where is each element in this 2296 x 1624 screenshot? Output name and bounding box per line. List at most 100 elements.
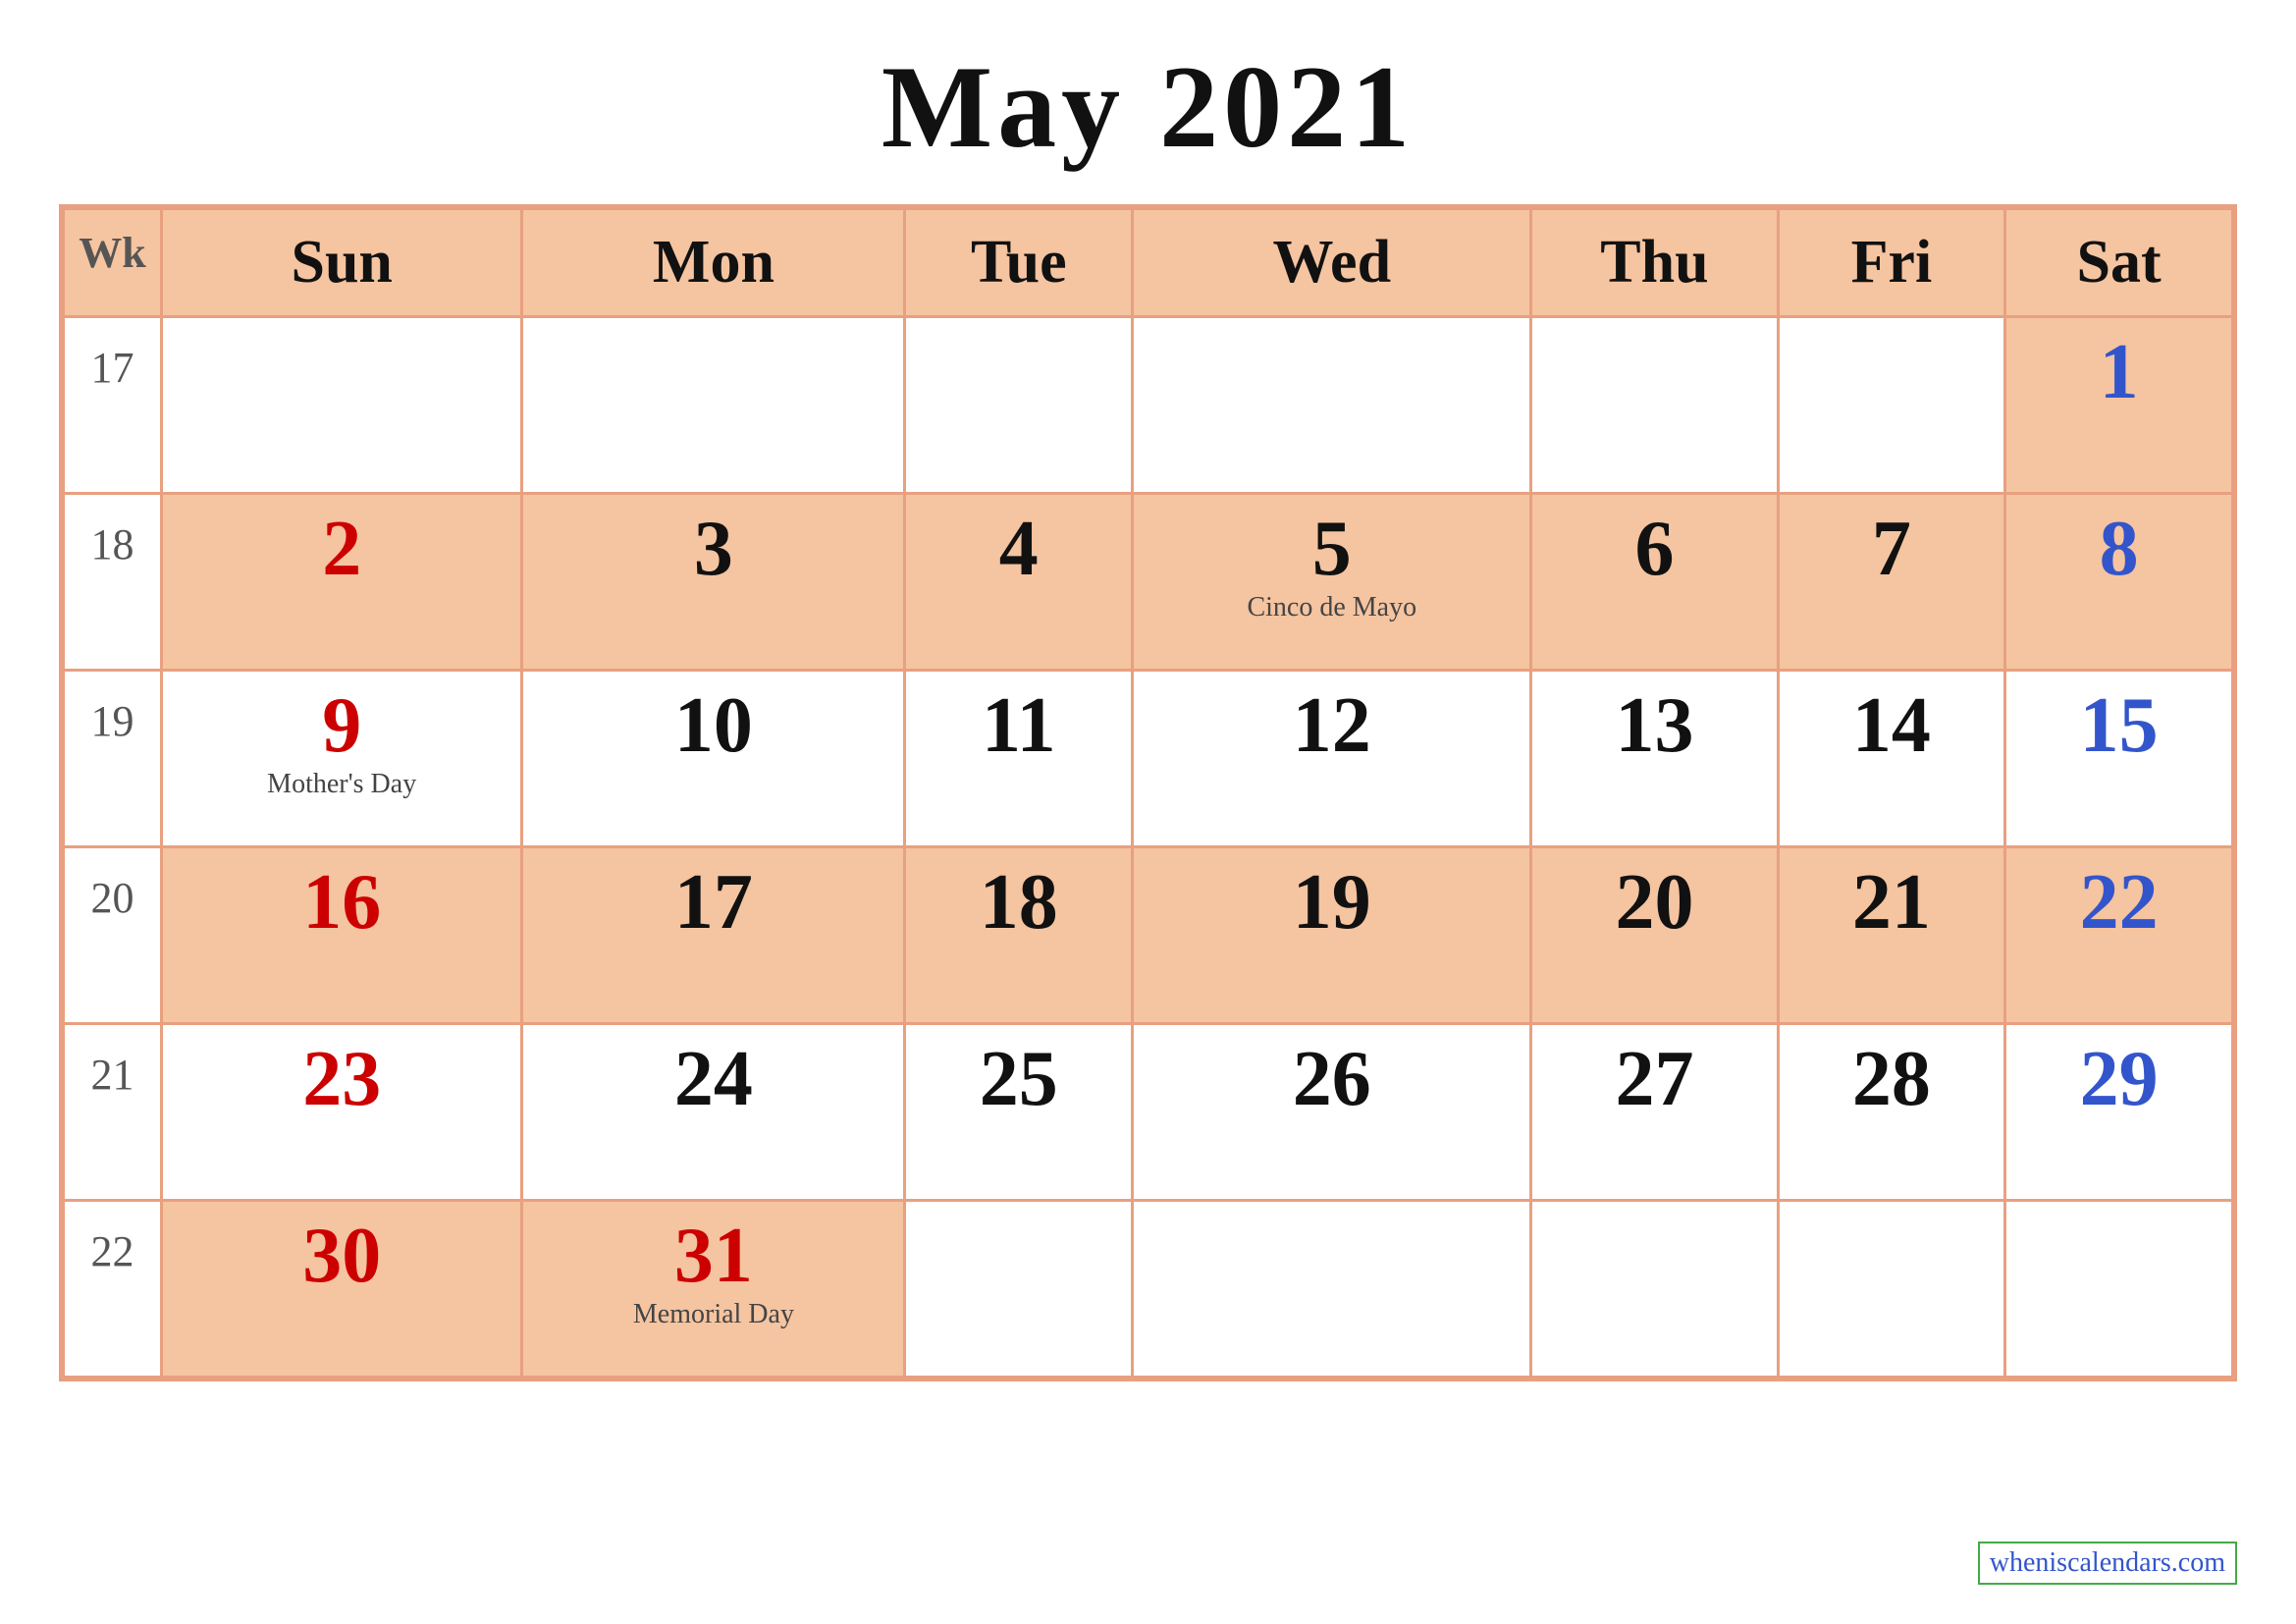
week-number: 18 — [64, 494, 162, 671]
day-number: 10 — [543, 686, 883, 765]
calendar-row: 18 2345 Cinco de Mayo 678 — [64, 494, 2233, 671]
day-number: 9 — [183, 686, 501, 765]
week-number: 21 — [64, 1024, 162, 1201]
day-cell: 5 Cinco de Mayo — [1133, 494, 1531, 671]
day-number: 26 — [1153, 1040, 1510, 1118]
day-cell: 24 — [522, 1024, 905, 1201]
day-cell: 22 — [2005, 847, 2233, 1024]
day-cell — [162, 317, 522, 494]
header-sat: Sat — [2005, 209, 2233, 317]
day-number: 11 — [926, 686, 1111, 765]
day-number: 23 — [183, 1040, 501, 1118]
day-cell: 10 — [522, 671, 905, 847]
day-number: 14 — [1799, 686, 1985, 765]
day-number: 24 — [543, 1040, 883, 1118]
day-cell: 13 — [1531, 671, 1778, 847]
week-number: 17 — [64, 317, 162, 494]
calendar-row: 19 9 Mother's Day 10 11 12 13 14 15 — [64, 671, 2233, 847]
day-cell: 26 — [1133, 1024, 1531, 1201]
day-cell: 9 Mother's Day — [162, 671, 522, 847]
holiday-label: Cinco de Mayo — [1153, 592, 1510, 623]
day-cell: 11 — [905, 671, 1133, 847]
day-cell — [2005, 1201, 2233, 1378]
calendar-row: 21 23 24 25 26 27 28 29 — [64, 1024, 2233, 1201]
week-number: 19 — [64, 671, 162, 847]
header-tue: Tue — [905, 209, 1133, 317]
watermark[interactable]: wheniscalendars.com — [1978, 1542, 2237, 1585]
day-number: 25 — [926, 1040, 1111, 1118]
day-number: 13 — [1552, 686, 1756, 765]
week-number: 22 — [64, 1201, 162, 1378]
day-number: 12 — [1153, 686, 1510, 765]
watermark-link[interactable]: wheniscalendars.com — [1978, 1542, 2237, 1585]
day-cell: 20 — [1531, 847, 1778, 1024]
header-sun: Sun — [162, 209, 522, 317]
day-cell: 12 — [1133, 671, 1531, 847]
day-cell: 7 — [1778, 494, 2005, 671]
day-cell: 27 — [1531, 1024, 1778, 1201]
day-number: 22 — [2026, 863, 2212, 942]
calendar-row: 20 16 17 18 19 20 21 22 — [64, 847, 2233, 1024]
day-number: 21 — [1799, 863, 1985, 942]
day-cell — [905, 1201, 1133, 1378]
day-number: 20 — [1552, 863, 1756, 942]
header-fri: Fri — [1778, 209, 2005, 317]
day-number: 27 — [1552, 1040, 1756, 1118]
day-cell: 16 — [162, 847, 522, 1024]
day-cell: 19 — [1133, 847, 1531, 1024]
day-cell: 4 — [905, 494, 1133, 671]
day-number: 4 — [926, 510, 1111, 588]
day-number: 17 — [543, 863, 883, 942]
day-cell — [1778, 1201, 2005, 1378]
day-cell: 31 Memorial Day — [522, 1201, 905, 1378]
day-number: 7 — [1799, 510, 1985, 588]
header-wed: Wed — [1133, 209, 1531, 317]
day-cell — [1531, 1201, 1778, 1378]
header-thu: Thu — [1531, 209, 1778, 317]
day-cell: 28 — [1778, 1024, 2005, 1201]
day-number: 2 — [183, 510, 501, 588]
day-cell: 8 — [2005, 494, 2233, 671]
day-cell: 18 — [905, 847, 1133, 1024]
day-cell — [522, 317, 905, 494]
day-number: 8 — [2026, 510, 2212, 588]
day-cell: 17 — [522, 847, 905, 1024]
calendar-header-row: Wk Sun Mon Tue Wed Thu Fri Sat — [64, 209, 2233, 317]
day-cell: 25 — [905, 1024, 1133, 1201]
day-cell — [905, 317, 1133, 494]
day-number: 18 — [926, 863, 1111, 942]
day-number: 29 — [2026, 1040, 2212, 1118]
day-cell — [1133, 317, 1531, 494]
day-number: 31 — [543, 1217, 883, 1295]
day-cell: 6 — [1531, 494, 1778, 671]
week-number: 20 — [64, 847, 162, 1024]
day-number: 6 — [1552, 510, 1756, 588]
day-number: 5 — [1153, 510, 1510, 588]
day-number: 3 — [543, 510, 883, 588]
header-wk: Wk — [64, 209, 162, 317]
day-number: 30 — [183, 1217, 501, 1295]
day-number: 15 — [2026, 686, 2212, 765]
header-mon: Mon — [522, 209, 905, 317]
day-number: 1 — [2026, 333, 2212, 411]
calendar-row: 17 1 — [64, 317, 2233, 494]
day-number: 28 — [1799, 1040, 1985, 1118]
day-cell — [1778, 317, 2005, 494]
holiday-label: Memorial Day — [543, 1299, 883, 1330]
holiday-label: Mother's Day — [183, 769, 501, 800]
day-cell: 23 — [162, 1024, 522, 1201]
calendar-row: 22 30 31 Memorial Day — [64, 1201, 2233, 1378]
day-cell: 1 — [2005, 317, 2233, 494]
calendar: Wk Sun Mon Tue Wed Thu Fri Sat 171182345… — [59, 204, 2237, 1381]
day-cell: 3 — [522, 494, 905, 671]
day-cell — [1531, 317, 1778, 494]
day-cell: 14 — [1778, 671, 2005, 847]
day-cell: 21 — [1778, 847, 2005, 1024]
day-cell — [1133, 1201, 1531, 1378]
day-cell: 2 — [162, 494, 522, 671]
page-title: May 2021 — [881, 39, 1415, 175]
day-cell: 29 — [2005, 1024, 2233, 1201]
day-cell: 30 — [162, 1201, 522, 1378]
day-number: 16 — [183, 863, 501, 942]
day-cell: 15 — [2005, 671, 2233, 847]
